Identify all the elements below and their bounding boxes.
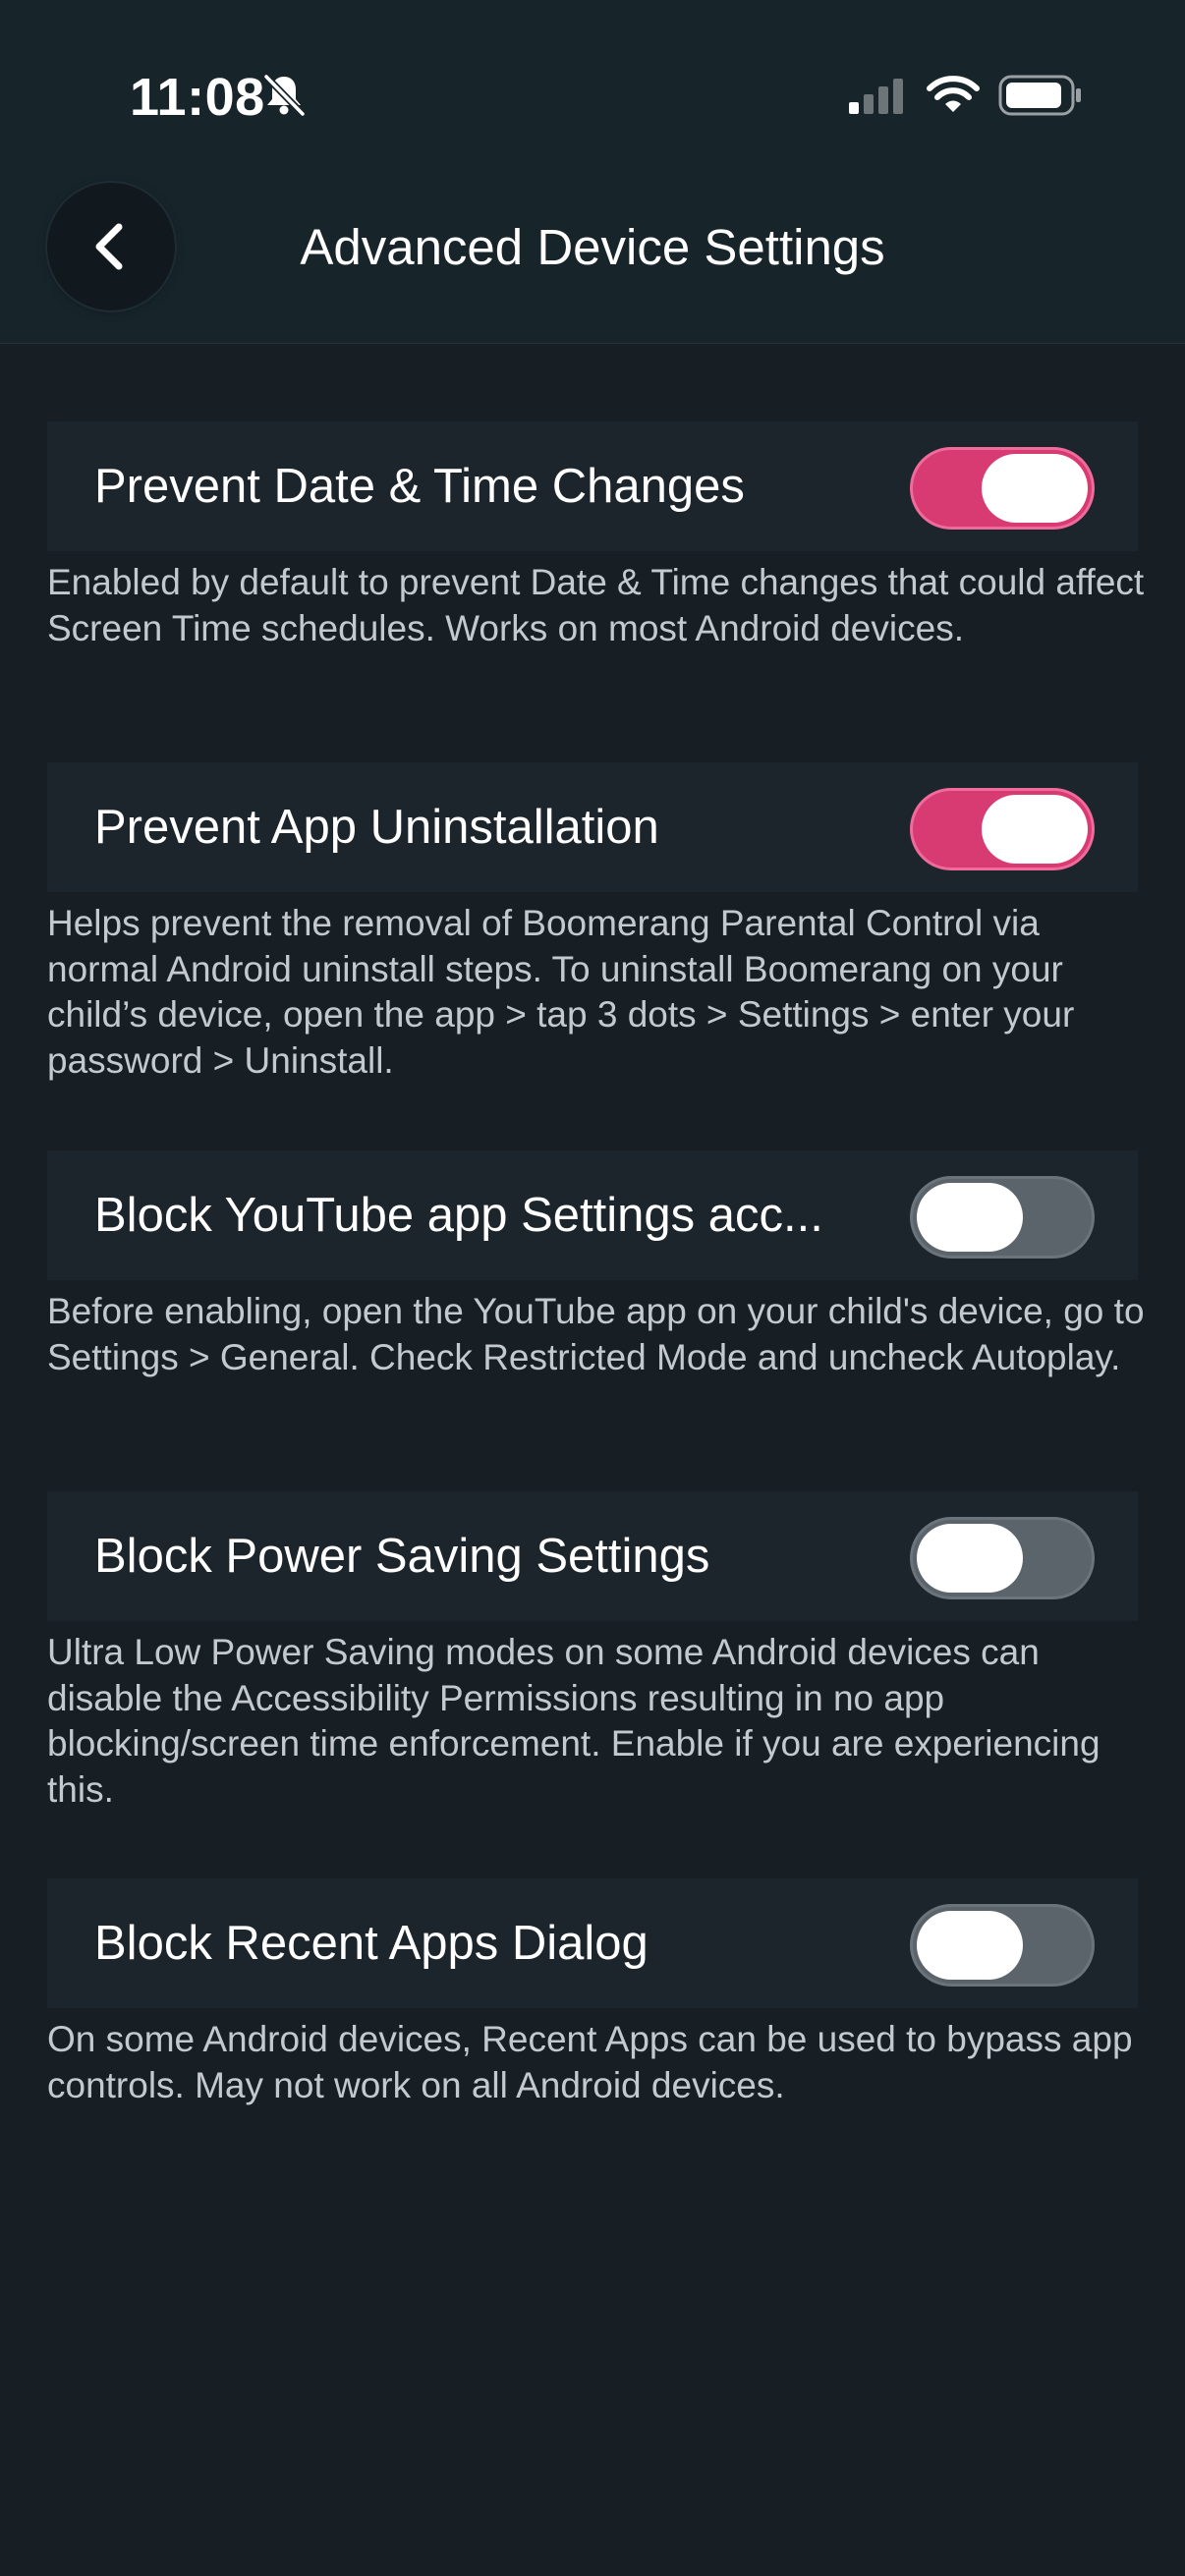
block-youtube-settings-toggle[interactable]	[910, 1176, 1095, 1259]
prevent-date-time-toggle[interactable]	[910, 447, 1095, 530]
setting-description: Ultra Low Power Saving modes on some And…	[47, 1632, 1100, 1810]
status-time: 11:08	[130, 68, 265, 127]
setting-label: Block Recent Apps Dialog	[94, 1917, 649, 1970]
bell-slash-icon	[263, 74, 306, 117]
toggle-knob	[917, 1524, 1023, 1593]
block-power-saving-toggle[interactable]	[910, 1517, 1095, 1599]
setting-row-block-power-saving[interactable]: Block Power Saving Settings	[47, 1491, 1138, 1621]
setting-description: Enabled by default to prevent Date & Tim…	[47, 562, 1145, 648]
setting-row-prevent-date-time[interactable]: Prevent Date & Time Changes	[47, 421, 1138, 551]
setting-label: Block YouTube app Settings acc...	[94, 1189, 823, 1242]
toggle-knob	[982, 454, 1088, 523]
page-title-text: Advanced Device Settings	[300, 219, 885, 275]
setting-label: Prevent Date & Time Changes	[94, 460, 745, 513]
setting-label: Block Power Saving Settings	[94, 1530, 710, 1583]
battery-icon	[998, 75, 1081, 116]
toggle-knob	[982, 795, 1088, 864]
setting-row-block-youtube-settings[interactable]: Block YouTube app Settings acc...	[47, 1150, 1138, 1280]
toggle-knob	[917, 1911, 1023, 1980]
setting-description: On some Android devices, Recent Apps can…	[47, 2019, 1133, 2105]
top-bar: 11:08 Advanced Device Settings	[0, 0, 1185, 344]
toggle-knob	[917, 1183, 1023, 1252]
setting-description: Before enabling, open the YouTube app on…	[47, 1291, 1145, 1377]
setting-label: Prevent App Uninstallation	[94, 801, 659, 854]
setting-row-prevent-uninstall[interactable]: Prevent App Uninstallation	[47, 762, 1138, 892]
prevent-uninstall-toggle[interactable]	[910, 788, 1095, 870]
setting-description: Helps prevent the removal of Boomerang P…	[47, 903, 1075, 1081]
wifi-icon	[927, 76, 980, 112]
block-recent-apps-toggle[interactable]	[910, 1904, 1095, 1987]
cellular-signal-icon	[849, 79, 903, 114]
page-title: Advanced Device Settings	[0, 218, 1185, 276]
setting-row-block-recent-apps[interactable]: Block Recent Apps Dialog	[47, 1878, 1138, 2008]
